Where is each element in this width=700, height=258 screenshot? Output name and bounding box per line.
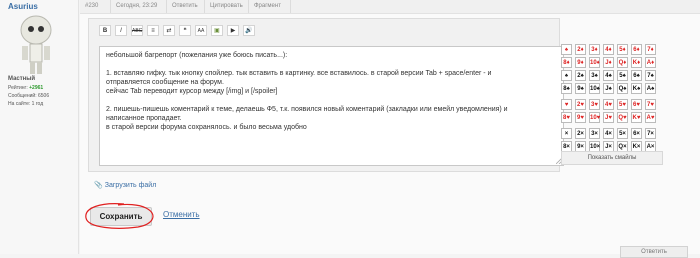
post-bar: #230 Сегодня, 23:29 Ответить Цитировать …	[80, 0, 700, 14]
message-textarea[interactable]: небольшой багрепорт (пожелания уже боюсь…	[99, 46, 564, 166]
upload-file-label: Загрузить файл	[104, 182, 157, 189]
card-smiley[interactable]: ♠	[561, 70, 572, 81]
card-smiley[interactable]: 7♠	[645, 70, 656, 81]
fragment-link[interactable]: Фрагмент	[254, 3, 281, 9]
card-smiley[interactable]: Q♥	[617, 112, 628, 123]
quote-button[interactable]: ❝	[179, 25, 191, 36]
card-smiley[interactable]: 9♥	[575, 112, 586, 123]
card-smiley[interactable]: 8♠	[561, 83, 572, 94]
card-smiley[interactable]: 2×	[575, 128, 586, 139]
card-smiley[interactable]: A♦	[645, 57, 656, 68]
card-smiley[interactable]: 7♦	[645, 44, 656, 55]
upload-file-link[interactable]: 📎 Загрузить файл	[94, 181, 156, 189]
card-smiley[interactable]: K♠	[631, 83, 642, 94]
card-smiley[interactable]: 3♥	[589, 99, 600, 110]
card-smiley[interactable]: 10♠	[589, 83, 600, 94]
rating-value: +2961	[29, 85, 44, 91]
text-line: отправляется сообщение на форум.	[106, 79, 224, 86]
card-smiley[interactable]: 3♦	[589, 44, 600, 55]
card-smiley[interactable]: 2♠	[575, 70, 586, 81]
card-smiley[interactable]: Q♠	[617, 83, 628, 94]
user-stats: Рейтинг: +2961 Сообщений: 6506 На сайте:…	[8, 84, 49, 108]
text-line: в старой версии форума сохранялось. и бы…	[106, 124, 307, 131]
audio-button[interactable]: 🔊	[243, 25, 255, 36]
align-button[interactable]: ≡	[147, 25, 159, 36]
text-line: 2. пишешь-пишешь коментарий к теме, дела…	[106, 106, 508, 113]
text-line: 1. вставляю гифку. тык кнопку спойлер. т…	[106, 70, 492, 77]
card-smiley[interactable]: 4♦	[603, 44, 614, 55]
save-button[interactable]: Сохранить	[90, 207, 152, 226]
time-on-site: На сайте: 1 год	[8, 101, 44, 107]
reply-button[interactable]: Ответить	[620, 246, 688, 258]
card-smiley[interactable]: ♠	[561, 44, 572, 55]
video-button[interactable]: ▶	[227, 25, 239, 36]
reply-editor: B I ABC ≡ ⇄ ❝ AA ▣ ▶ 🔊 небольшой багрепо…	[88, 18, 564, 172]
card-smiley[interactable]: J♦	[603, 57, 614, 68]
card-smiley[interactable]: 10♥	[589, 112, 600, 123]
card-smiley[interactable]: ♥	[561, 99, 572, 110]
card-smiley[interactable]: 4♥	[603, 99, 614, 110]
paperclip-icon: 📎	[94, 182, 103, 189]
card-smiley[interactable]: 6♦	[631, 44, 642, 55]
post-count: Сообщений: 6506	[8, 93, 50, 99]
cancel-link[interactable]: Отменить	[163, 210, 200, 219]
card-smiley[interactable]: J♠	[603, 83, 614, 94]
post-date: Сегодня, 23:29	[116, 3, 158, 9]
card-smiley[interactable]: 7♥	[645, 99, 656, 110]
strikethrough-button[interactable]: ABC	[131, 25, 143, 36]
card-smiley[interactable]: 7×	[645, 128, 656, 139]
card-smiley[interactable]: 6♥	[631, 99, 642, 110]
reply-link[interactable]: Ответить	[172, 3, 198, 9]
editor-toolbar: B I ABC ≡ ⇄ ❝ AA ▣ ▶ 🔊	[89, 19, 559, 43]
post-main: #230 Сегодня, 23:29 Ответить Цитировать …	[80, 0, 700, 258]
user-panel: Asurius Мастный Рейтинг: +2961 Сообщений…	[0, 0, 79, 254]
card-smiley[interactable]: A♠	[645, 83, 656, 94]
show-smilies-button[interactable]: Показать смайлы	[561, 151, 663, 165]
text-line	[106, 96, 557, 105]
card-smiley[interactable]: 5×	[617, 128, 628, 139]
card-smiley[interactable]: 6×	[631, 128, 642, 139]
card-smiley[interactable]: 2♥	[575, 99, 586, 110]
card-smiley[interactable]: 9♦	[575, 57, 586, 68]
rating-label: Рейтинг:	[8, 85, 28, 91]
card-smiley[interactable]: ×	[561, 128, 572, 139]
quote-link[interactable]: Цитировать	[210, 3, 243, 9]
card-smiley[interactable]: K♥	[631, 112, 642, 123]
card-smiley[interactable]: 8♥	[561, 112, 572, 123]
card-smiley[interactable]: 5♦	[617, 44, 628, 55]
card-smiley[interactable]: 3×	[589, 128, 600, 139]
text-line: небольшой багрепорт (пожелания уже боюсь…	[106, 52, 288, 59]
card-smiley[interactable]: 3♠	[589, 70, 600, 81]
avatar[interactable]	[12, 14, 60, 76]
link-button[interactable]: ⇄	[163, 25, 175, 36]
card-smiley[interactable]: 8♦	[561, 57, 572, 68]
user-rank: Мастный	[8, 76, 36, 82]
post-number[interactable]: #230	[85, 3, 98, 9]
card-smiley[interactable]: A♥	[645, 112, 656, 123]
card-smiley[interactable]: 5♠	[617, 70, 628, 81]
font-size-button[interactable]: AA	[195, 25, 207, 36]
text-line: написанное пропадает.	[106, 115, 182, 122]
card-smiley[interactable]: 10♦	[589, 57, 600, 68]
image-button[interactable]: ▣	[211, 25, 223, 36]
card-smiley[interactable]: J♥	[603, 112, 614, 123]
italic-button[interactable]: I	[115, 25, 127, 36]
text-line: сейчас Tab переводит курсор между [/img]…	[106, 88, 278, 95]
card-smiley[interactable]: 4×	[603, 128, 614, 139]
card-smiley[interactable]: K♦	[631, 57, 642, 68]
card-smiley[interactable]: 9♠	[575, 83, 586, 94]
bold-button[interactable]: B	[99, 25, 111, 36]
card-smiley[interactable]: 6♠	[631, 70, 642, 81]
username[interactable]: Asurius	[8, 2, 38, 11]
card-smiley[interactable]: 5♥	[617, 99, 628, 110]
text-line	[106, 60, 557, 69]
card-smiley[interactable]: 2♦	[575, 44, 586, 55]
card-smiley[interactable]: 4♠	[603, 70, 614, 81]
card-smiley[interactable]: Q♦	[617, 57, 628, 68]
